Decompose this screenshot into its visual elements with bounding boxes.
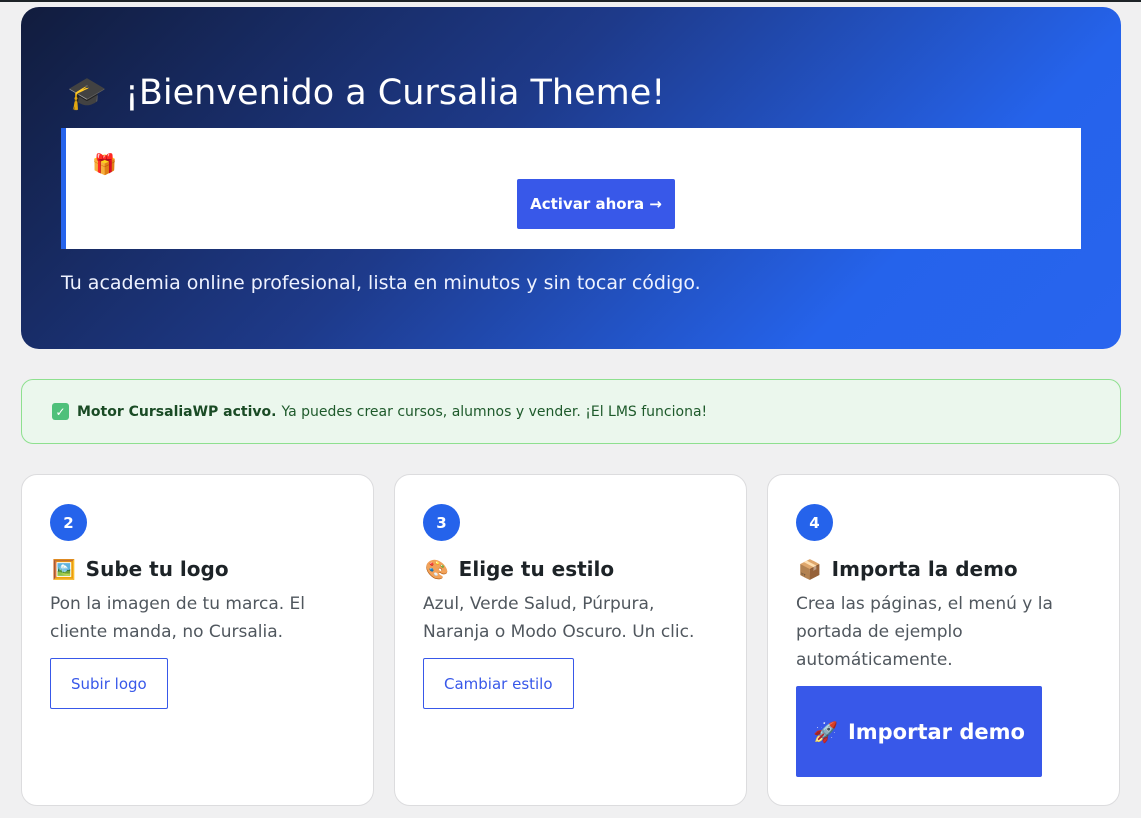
check-icon: ✓ — [52, 403, 69, 420]
palette-icon: 🎨 — [425, 558, 449, 581]
step-description: Crea las páginas, el menú y la portada d… — [796, 594, 1053, 670]
status-text: Ya puedes crear cursos, alumnos y vender… — [281, 403, 708, 420]
step-title: 🖼️ Sube tu logo — [52, 557, 229, 581]
step-card-logo: 2 🖼️ Sube tu logo Pon la imagen de tu ma… — [21, 474, 374, 806]
change-style-button[interactable]: Cambiar estilo — [423, 658, 574, 709]
hero-title-text: ¡Bienvenido a Cursalia Theme! — [124, 73, 666, 113]
step-title-text: Elige tu estilo — [458, 557, 615, 581]
step-description: Pon la imagen de tu marca. El cliente ma… — [50, 594, 306, 642]
picture-icon: 🖼️ — [52, 558, 76, 581]
status-strong-text: Motor CursaliaWP activo. — [77, 403, 277, 420]
welcome-hero: 🎓 ¡Bienvenido a Cursalia Theme! 🎁 Activa… — [21, 7, 1121, 349]
step-card-demo: 4 📦 Importa la demo Crea las páginas, el… — [767, 474, 1120, 806]
top-divider — [0, 0, 1141, 2]
step-number-badge: 3 — [423, 504, 460, 541]
step-title-text: Sube tu logo — [85, 557, 229, 581]
step-description: Azul, Verde Salud, Púrpura, Naranja o Mo… — [423, 594, 695, 642]
graduation-cap-icon: 🎓 — [67, 74, 107, 112]
activate-now-button[interactable]: Activar ahora → — [517, 179, 675, 229]
step-number-badge: 2 — [50, 504, 87, 541]
hero-title: 🎓 ¡Bienvenido a Cursalia Theme! — [67, 73, 665, 113]
step-title: 📦 Importa la demo — [798, 557, 1018, 581]
step-title: 🎨 Elige tu estilo — [425, 557, 614, 581]
import-demo-button[interactable]: 🚀 Importar demo — [796, 686, 1042, 777]
engine-status-notice: ✓ Motor CursaliaWP activo. Ya puedes cre… — [21, 379, 1121, 444]
import-demo-label: Importar demo — [847, 719, 1025, 744]
package-icon: 📦 — [798, 558, 822, 581]
hero-subtitle: Tu academia online profesional, lista en… — [61, 272, 701, 294]
upload-logo-button[interactable]: Subir logo — [50, 658, 168, 709]
activation-notice: 🎁 Activar ahora → — [61, 128, 1081, 249]
rocket-icon: 🚀 — [813, 719, 838, 744]
step-title-text: Importa la demo — [831, 557, 1018, 581]
step-number-badge: 4 — [796, 504, 833, 541]
gift-icon: 🎁 — [92, 152, 117, 176]
step-card-style: 3 🎨 Elige tu estilo Azul, Verde Salud, P… — [394, 474, 747, 806]
